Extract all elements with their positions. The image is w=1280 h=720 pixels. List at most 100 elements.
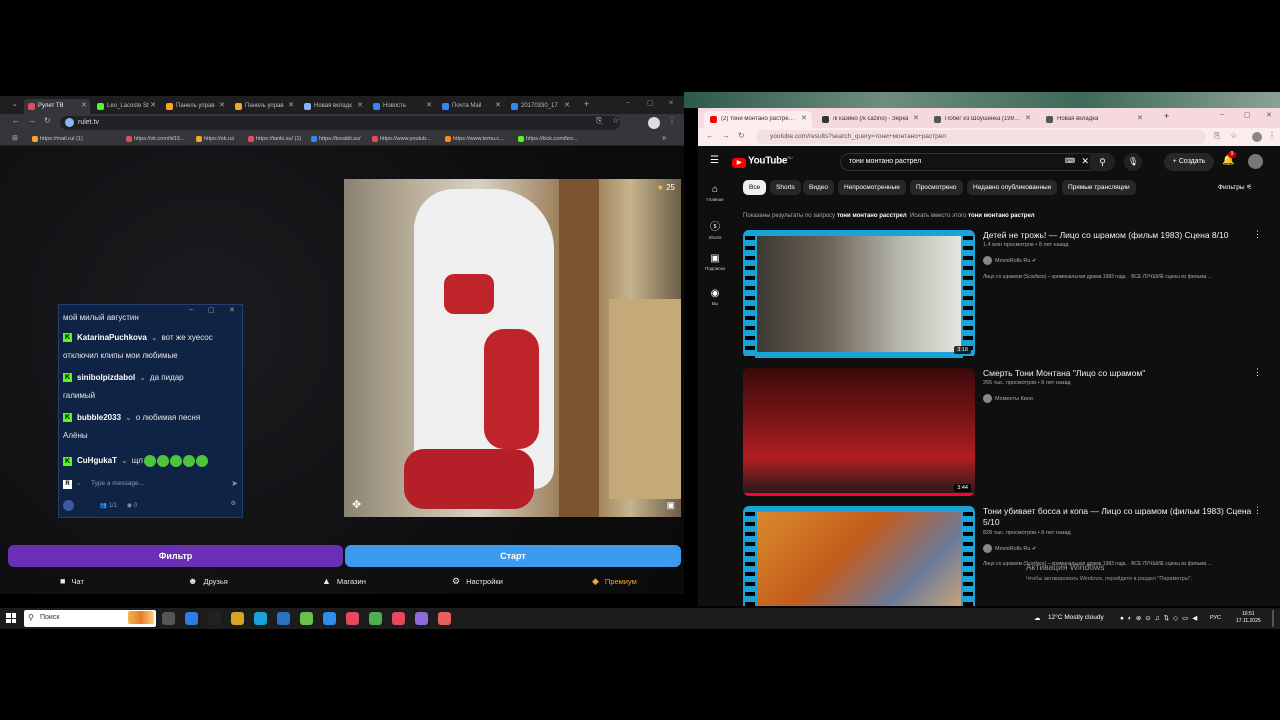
tray-icons[interactable]: ●◐⊗⊙♫⇅◇▭◀ <box>1120 614 1201 622</box>
camera-icon[interactable]: ▣ <box>666 500 675 511</box>
right-menu-icon[interactable]: ⋮ <box>1268 131 1276 140</box>
taskbar-clock[interactable]: 16:51 17.11.2025 <box>1236 611 1261 625</box>
tab-close-icon[interactable]: ✕ <box>288 101 294 109</box>
taskbar-app-icon[interactable] <box>231 612 244 625</box>
chat-username[interactable]: KatarinaPuchkova <box>77 333 147 342</box>
maximize-button[interactable]: ▢ <box>647 99 654 107</box>
right-tab[interactable]: Новая вкладка ✕ <box>1040 111 1148 128</box>
close-window-button[interactable]: ✕ <box>668 99 674 107</box>
chat-close-button[interactable]: ✕ <box>229 306 235 314</box>
tab-close-icon[interactable]: ✕ <box>495 101 501 109</box>
nav-shop[interactable]: ▲ Магазин <box>322 576 366 586</box>
install-icon[interactable]: ⎘ <box>596 116 602 126</box>
voice-search-button[interactable]: 🎙 <box>1124 153 1142 171</box>
weather-icon[interactable]: ☁ <box>1034 614 1041 622</box>
filter-chip[interactable]: Непросмотренные <box>838 180 906 195</box>
taskbar-app-icon[interactable] <box>392 612 405 625</box>
left-tab[interactable]: Панель управ ✕ <box>231 99 297 114</box>
chat-maximize-button[interactable]: ▢ <box>208 306 215 314</box>
video-channel-2[interactable]: Моменты Кино <box>983 394 1033 403</box>
nav-premium[interactable]: ◆ Премиум <box>592 576 637 587</box>
video-title-2[interactable]: Смерть Тони Монтана "Лицо со шрамом" <box>983 368 1253 378</box>
taskbar-app-icon[interactable] <box>185 612 198 625</box>
taskbar-app-icon[interactable] <box>415 612 428 625</box>
tab-close-icon[interactable]: ✕ <box>426 101 432 109</box>
filter-chip[interactable]: Недавно опубликованные <box>967 180 1058 195</box>
bookmark-item[interactable]: https://www.youtub... <box>372 134 431 144</box>
create-button[interactable]: + Создать <box>1164 153 1214 171</box>
video-channel-3[interactable]: MovieRolls Ru ✔ <box>983 544 1037 553</box>
right-close-window-button[interactable]: ✕ <box>1266 111 1272 119</box>
nav-chat[interactable]: ■ Чат <box>60 576 84 586</box>
right-minimize-button[interactable]: – <box>1220 111 1224 118</box>
right-maximize-button[interactable]: ▢ <box>1244 111 1251 119</box>
taskbar-app-icon[interactable] <box>208 612 221 625</box>
chat-username[interactable]: sinibolpizdabol <box>77 373 135 382</box>
filters-button[interactable]: Фильтры ⚟ <box>1218 183 1252 191</box>
site-info-icon[interactable] <box>65 118 74 127</box>
video-menu-icon[interactable]: ⋮ <box>1253 367 1262 378</box>
sidebar-item[interactable]: ▣ Подписки <box>700 253 730 271</box>
right-tab[interactable]: /к казино (/к cazino) - Зерка ✕ <box>816 111 924 128</box>
youtube-logo[interactable]: ▶ YouTubeRU <box>732 155 793 169</box>
weather-text[interactable]: 12°C Mostly cloudy <box>1048 614 1104 621</box>
right-bookmark-star-icon[interactable]: ☆ <box>1230 131 1237 140</box>
chat-avatar[interactable] <box>63 500 74 511</box>
tab-close-icon[interactable]: ✕ <box>1025 114 1031 122</box>
bookmark-item[interactable]: https://tanki.su/ (1) <box>248 134 301 144</box>
video-menu-icon[interactable]: ⋮ <box>1253 229 1262 240</box>
send-icon[interactable]: ➤ <box>231 479 238 488</box>
sidebar-item[interactable]: ⓢ Shorts <box>700 218 730 240</box>
bookmark-item[interactable]: https://www.temu.c... <box>445 134 504 144</box>
video-title-3[interactable]: Тони убивает босса и копа — Лицо со шрам… <box>983 506 1253 528</box>
video-thumbnail-2[interactable]: 3:44 <box>743 368 975 496</box>
tab-close-icon[interactable]: ✕ <box>150 101 156 109</box>
left-tab[interactable]: Новость ✕ <box>369 99 435 114</box>
right-install-icon[interactable]: ⎘ <box>1214 131 1220 141</box>
windows-start-icon[interactable] <box>6 613 16 623</box>
tab-close-icon[interactable]: ✕ <box>913 114 919 122</box>
forward-icon[interactable]: → <box>28 116 36 125</box>
bookmark-item[interactable]: https://korabli.su/ <box>311 134 361 144</box>
taskbar-app-icon[interactable] <box>323 612 336 625</box>
bookmark-item[interactable]: https://kick.com/leo... <box>518 134 577 144</box>
chat-username[interactable]: bubble2033 <box>77 413 121 422</box>
back-icon[interactable]: ← <box>12 116 20 125</box>
filter-chip[interactable]: Shorts <box>770 180 801 195</box>
right-forward-icon[interactable]: → <box>722 131 730 140</box>
chat-chevron-icon[interactable]: ⌄ <box>76 480 81 487</box>
reload-icon[interactable]: ↻ <box>44 116 51 125</box>
right-back-icon[interactable]: ← <box>706 131 714 140</box>
account-avatar[interactable] <box>1248 154 1263 169</box>
video-menu-icon[interactable]: ⋮ <box>1253 505 1262 516</box>
profile-avatar[interactable] <box>648 117 660 129</box>
sidebar-item[interactable]: ◉ Вы <box>700 288 730 306</box>
filter-chip[interactable]: Просмотрено <box>910 180 963 195</box>
partner-video-stream[interactable]: ★ 25 ✥ ▣ <box>344 179 681 517</box>
fullscreen-icon[interactable]: ✥ <box>352 498 361 511</box>
clear-search-icon[interactable]: ✕ <box>1081 156 1089 167</box>
bookmark-item[interactable]: https://mail.ru/ (1) <box>32 134 83 144</box>
video-thumbnail-3[interactable] <box>743 506 975 606</box>
bookmark-item[interactable]: https://ok.ru/ <box>196 134 234 144</box>
video-thumbnail-1[interactable]: 3:18 <box>743 230 975 358</box>
left-tab[interactable]: Панель управ ✕ <box>162 99 228 114</box>
new-tab-button[interactable]: + <box>584 99 589 109</box>
hint-alt-link[interactable]: тони монтано растрел <box>968 213 1034 219</box>
taskbar-app-icon[interactable] <box>162 612 175 625</box>
keyboard-icon[interactable]: ⌨ <box>1065 157 1075 165</box>
taskbar-app-icon[interactable] <box>277 612 290 625</box>
taskbar-app-icon[interactable] <box>346 612 359 625</box>
filter-chip[interactable]: Прямые трансляции <box>1062 180 1136 195</box>
tab-close-icon[interactable]: ✕ <box>357 101 363 109</box>
apps-grid-icon[interactable]: ⊞ <box>12 134 18 142</box>
tab-close-icon[interactable]: ✕ <box>801 114 807 122</box>
search-button[interactable]: ⚲ <box>1090 153 1115 171</box>
youtube-search-input[interactable]: тони монтано растрел ⌨ ✕ <box>840 153 1096 171</box>
hamburger-icon[interactable]: ☰ <box>710 155 719 166</box>
taskbar-app-icon[interactable] <box>369 612 382 625</box>
taskbar-search-box[interactable]: ⚲ Поиск <box>24 610 156 627</box>
tab-close-icon[interactable]: ✕ <box>219 101 225 109</box>
taskbar-app-icon[interactable] <box>254 612 267 625</box>
bookmark-item[interactable]: https://vk.com/id19... <box>126 134 184 144</box>
